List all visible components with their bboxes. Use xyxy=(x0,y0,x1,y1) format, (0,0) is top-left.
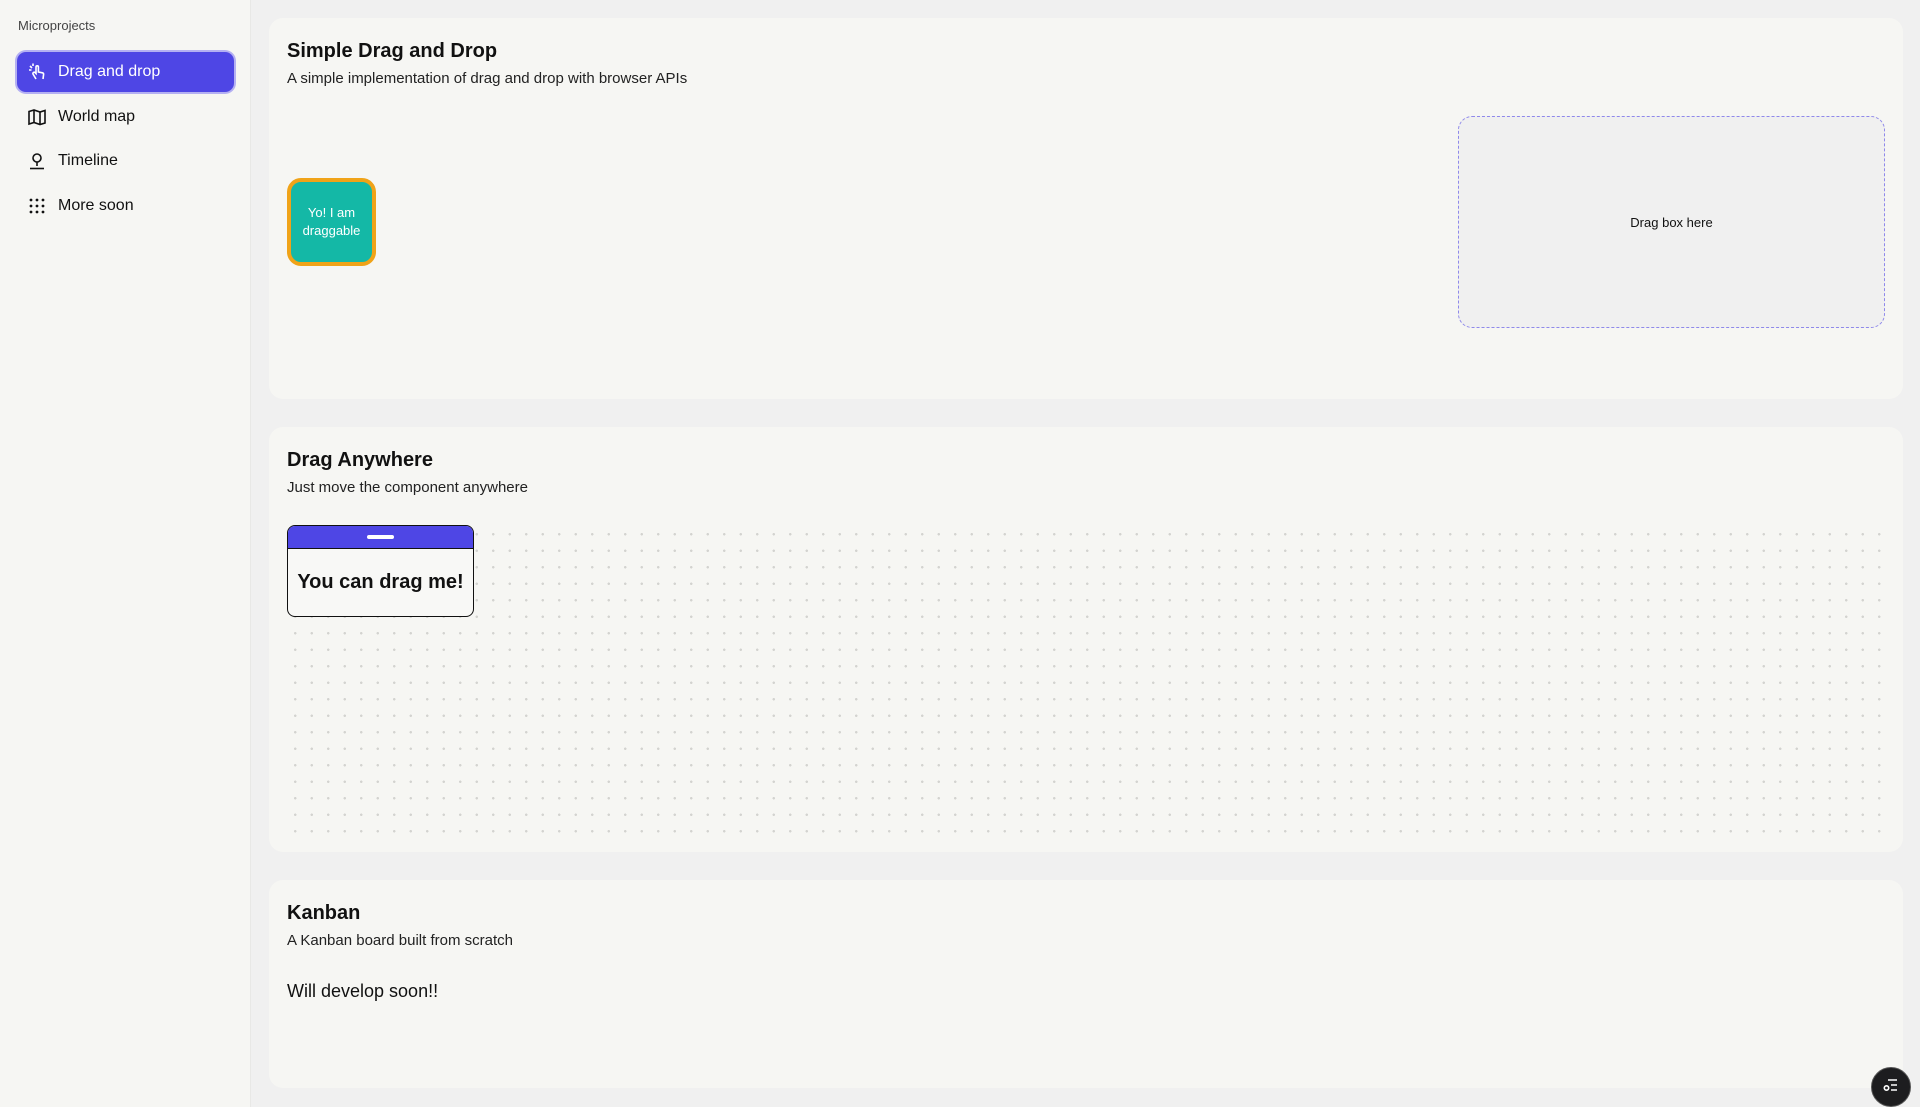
floating-action-button[interactable] xyxy=(1871,1067,1911,1107)
sidebar-item-label: More soon xyxy=(58,196,134,214)
section-title: Drag Anywhere xyxy=(287,449,433,471)
grid-dots-icon xyxy=(27,196,47,216)
section-title: Kanban xyxy=(287,902,361,924)
sidebar-item-label: World map xyxy=(58,107,136,125)
kanban-card: Kanban A Kanban board built from scratch… xyxy=(269,880,1903,1088)
section-subtitle: Just move the component anywhere xyxy=(287,479,528,496)
sidebar-item-drag-and-drop[interactable]: Drag and drop xyxy=(17,52,234,92)
sidebar-item-label: Drag and drop xyxy=(58,63,161,80)
drop-zone[interactable]: Drag box here xyxy=(1458,116,1885,328)
sidebar-item-label: Timeline xyxy=(58,152,118,169)
sidebar-item-more-soon[interactable]: More soon xyxy=(17,186,234,226)
map-pin-icon xyxy=(27,151,47,171)
draggable-box[interactable]: Yo! I am draggable xyxy=(287,178,376,266)
draggable-window[interactable]: You can drag me! xyxy=(287,525,474,617)
map-icon xyxy=(27,107,47,127)
sidebar: Microprojects Drag and drop World map Ti… xyxy=(0,0,251,1107)
drag-window-titlebar[interactable] xyxy=(288,526,473,549)
sidebar-item-world-map[interactable]: World map xyxy=(17,97,234,137)
section-title: Simple Drag and Drop xyxy=(287,40,498,62)
drag-canvas[interactable] xyxy=(287,526,1889,838)
kanban-placeholder-message: Will develop soon!! xyxy=(287,981,439,1001)
toolbar-menu-icon xyxy=(1882,1076,1900,1099)
section-subtitle: A Kanban board built from scratch xyxy=(287,932,513,949)
drag-anywhere-card: Drag Anywhere Just move the component an… xyxy=(269,427,1903,852)
section-subtitle: A simple implementation of drag and drop… xyxy=(287,70,688,87)
drag-hand-icon xyxy=(27,62,47,82)
drag-handle-icon[interactable] xyxy=(367,535,394,539)
drag-window-label: You can drag me! xyxy=(297,570,464,593)
sidebar-title: Microprojects xyxy=(18,18,96,33)
simple-drag-drop-card: Simple Drag and Drop A simple implementa… xyxy=(269,18,1903,399)
drop-zone-label: Drag box here xyxy=(1630,214,1713,230)
sidebar-nav: Drag and drop World map Timeline More so… xyxy=(17,52,234,230)
sidebar-item-timeline[interactable]: Timeline xyxy=(17,141,234,181)
